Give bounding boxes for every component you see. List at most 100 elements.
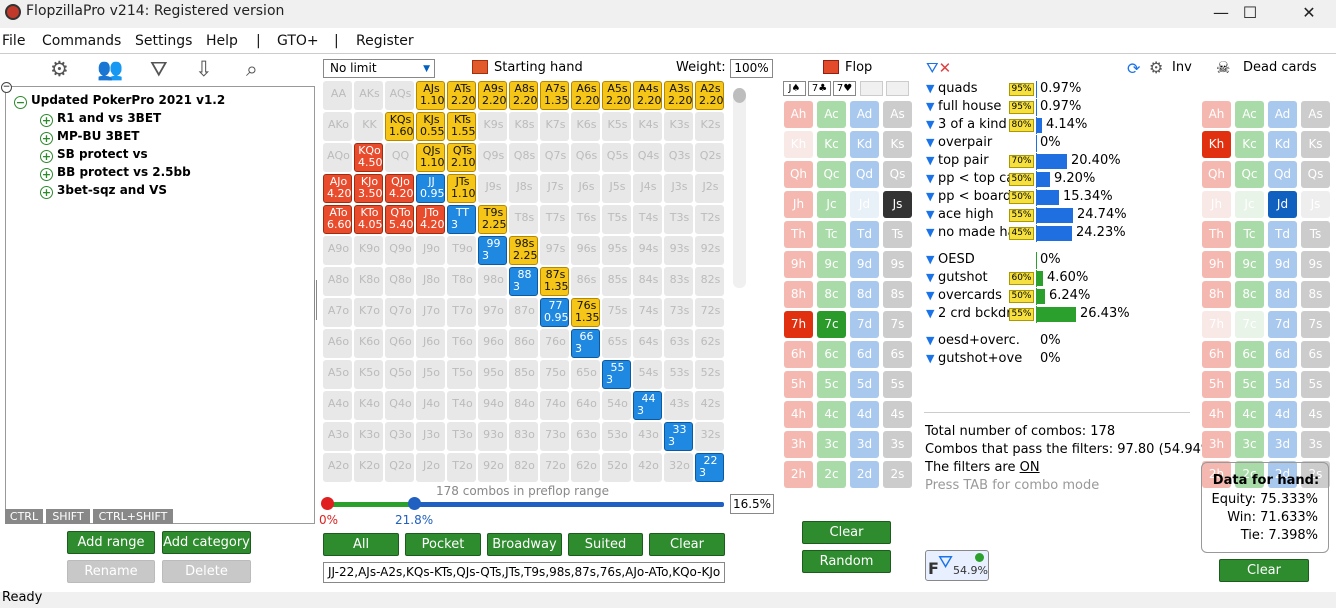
flop-card[interactable]: Kd	[850, 131, 879, 158]
filter-row[interactable]: ▼ 3 of a kind 80% 4.14%	[926, 117, 1087, 134]
flop-card[interactable]: 5s	[883, 371, 912, 398]
hand-cell[interactable]: T3o	[447, 422, 476, 451]
filter-funnel-icon[interactable]: ▼	[926, 118, 936, 131]
hand-cell[interactable]: 32s	[695, 422, 724, 451]
hand-cell[interactable]: K4o	[354, 391, 383, 420]
hand-cell[interactable]: T5o	[447, 360, 476, 389]
flop-slot[interactable]: 7♥	[833, 81, 856, 96]
hand-cell[interactable]: 43o	[633, 422, 662, 451]
hand-cell[interactable]: 74o	[540, 391, 569, 420]
refresh-icon[interactable]: ⟳	[1127, 59, 1140, 78]
hand-cell[interactable]: 86s	[571, 267, 600, 296]
flop-card[interactable]: 8s	[883, 281, 912, 308]
filter-funnel-icon[interactable]: ▼	[926, 100, 936, 113]
hand-cell[interactable]: AQs	[385, 81, 414, 110]
flop-card[interactable]: 6h	[784, 341, 813, 368]
flop-clear-button[interactable]: Clear	[802, 521, 891, 544]
hand-cell[interactable]: K2s	[695, 112, 724, 141]
maximize-button[interactable]: ☐	[1227, 0, 1273, 28]
hand-cell[interactable]: 32o	[664, 453, 693, 482]
flop-card[interactable]: 3s	[883, 431, 912, 458]
flop-card[interactable]: 8h	[784, 281, 813, 308]
flop-card[interactable]: 7s	[883, 311, 912, 338]
hand-cell[interactable]: 98s 2.25	[509, 236, 538, 265]
range-clear-button[interactable]: Clear	[649, 533, 725, 556]
filter-funnel-icon[interactable]: ▼	[926, 307, 936, 320]
hand-cell[interactable]: JTo 4.20	[416, 205, 445, 234]
hand-cell[interactable]: 94s	[633, 236, 662, 265]
filter-row[interactable]: ▼ top pair 70% 20.40%	[926, 153, 1121, 170]
expand-icon[interactable]: +	[40, 186, 53, 199]
hand-cell[interactable]: 82s	[695, 267, 724, 296]
hand-cell[interactable]: 43s	[664, 391, 693, 420]
hand-cell[interactable]: K7o	[354, 298, 383, 327]
menu-commands[interactable]: Commands	[42, 33, 121, 49]
flop-card[interactable]: 6d	[850, 341, 879, 368]
flop-random-button[interactable]: Random	[802, 550, 891, 573]
hand-cell[interactable]: 97o	[478, 298, 507, 327]
filter-row[interactable]: ▼ overpair 0%	[926, 135, 1061, 152]
flop-card[interactable]: Qc	[817, 161, 846, 188]
flop-card[interactable]: Js	[883, 191, 912, 218]
hand-cell[interactable]: Q5o	[385, 360, 414, 389]
filter-row[interactable]: ▼gutshot+overc. 0%	[926, 351, 1061, 368]
filter-row[interactable]: ▼ no made hand 45% 24.23%	[926, 225, 1126, 242]
hand-cell[interactable]: J8o	[416, 267, 445, 296]
dead-card[interactable]: 4d	[1268, 401, 1297, 428]
hand-cell[interactable]: AJs 1.10	[416, 81, 445, 110]
hand-cell[interactable]: QJo 4.20	[385, 174, 414, 203]
hand-cell[interactable]: A8o	[323, 267, 352, 296]
expand-icon[interactable]: +	[40, 150, 53, 163]
hand-cell[interactable]: JTs 1.10	[447, 174, 476, 203]
hand-cell[interactable]: KTo 4.05	[354, 205, 383, 234]
hand-cell[interactable]: J2o	[416, 453, 445, 482]
hand-cell[interactable]: A8s 2.20	[509, 81, 538, 110]
flop-card[interactable]: Kh	[784, 131, 813, 158]
hand-cell[interactable]: T6o	[447, 329, 476, 358]
dead-card[interactable]: 7h	[1202, 311, 1231, 338]
filter-weight-badge[interactable]: 70%	[1009, 155, 1034, 168]
hand-cell[interactable]: 63o	[571, 422, 600, 451]
flop-card[interactable]: 4s	[883, 401, 912, 428]
ctrl-key[interactable]: CTRL	[5, 509, 43, 524]
dead-card[interactable]: As	[1301, 101, 1330, 128]
filter-funnel-icon[interactable]: ▼	[926, 253, 936, 266]
flop-card[interactable]: 7h	[784, 311, 813, 338]
hand-cell[interactable]: Q4s	[633, 143, 662, 172]
filter-row[interactable]: ▼ oesd+overc. 0%	[926, 333, 1061, 350]
hand-cell[interactable]: 93s	[664, 236, 693, 265]
hand-cell[interactable]: K6s	[571, 112, 600, 141]
tree-item[interactable]: + BB protect vs 2.5bb	[40, 165, 191, 181]
filter-funnel-icon[interactable]: ▼	[926, 352, 936, 365]
add-category-button[interactable]: Add category	[162, 531, 251, 554]
hand-cell[interactable]: 72o	[540, 453, 569, 482]
filter-funnel-icon[interactable]: ▼	[926, 136, 936, 149]
filter-funnel-icon[interactable]: ▼	[926, 271, 936, 284]
hand-cell[interactable]: 85o	[509, 360, 538, 389]
filter-weight-badge[interactable]: 80%	[1009, 119, 1034, 132]
hand-cell[interactable]: K9s	[478, 112, 507, 141]
flop-card[interactable]: 4c	[817, 401, 846, 428]
filter-funnel-icon[interactable]: ▼	[926, 289, 936, 302]
dead-card[interactable]: Ac	[1235, 101, 1264, 128]
hand-cell[interactable]: J6o	[416, 329, 445, 358]
dead-card[interactable]: Qh	[1202, 161, 1231, 188]
filter-row[interactable]: ▼ OESD 0%	[926, 252, 1061, 269]
hand-cell[interactable]: A7o	[323, 298, 352, 327]
hand-cell[interactable]: 99 3	[478, 236, 507, 265]
tree-item[interactable]: + MP-BU 3BET	[40, 129, 139, 145]
hand-cell[interactable]: T4o	[447, 391, 476, 420]
hand-cell[interactable]: 95o	[478, 360, 507, 389]
dead-card[interactable]: Js	[1301, 191, 1330, 218]
filter-weight-badge[interactable]: 50%	[1009, 173, 1034, 186]
hand-cell[interactable]: J4s	[633, 174, 662, 203]
hand-cell[interactable]: K6o	[354, 329, 383, 358]
hand-cell[interactable]: T4s	[633, 205, 662, 234]
flop-card[interactable]: 5h	[784, 371, 813, 398]
hand-cell[interactable]: 64s	[633, 329, 662, 358]
hand-cell[interactable]: QTs 2.10	[447, 143, 476, 172]
filter-funnel-icon[interactable]: ▼	[926, 226, 936, 239]
flop-card[interactable]: 2h	[784, 461, 813, 488]
hand-cell[interactable]: 42s	[695, 391, 724, 420]
hand-cell[interactable]: KJo 3.50	[354, 174, 383, 203]
